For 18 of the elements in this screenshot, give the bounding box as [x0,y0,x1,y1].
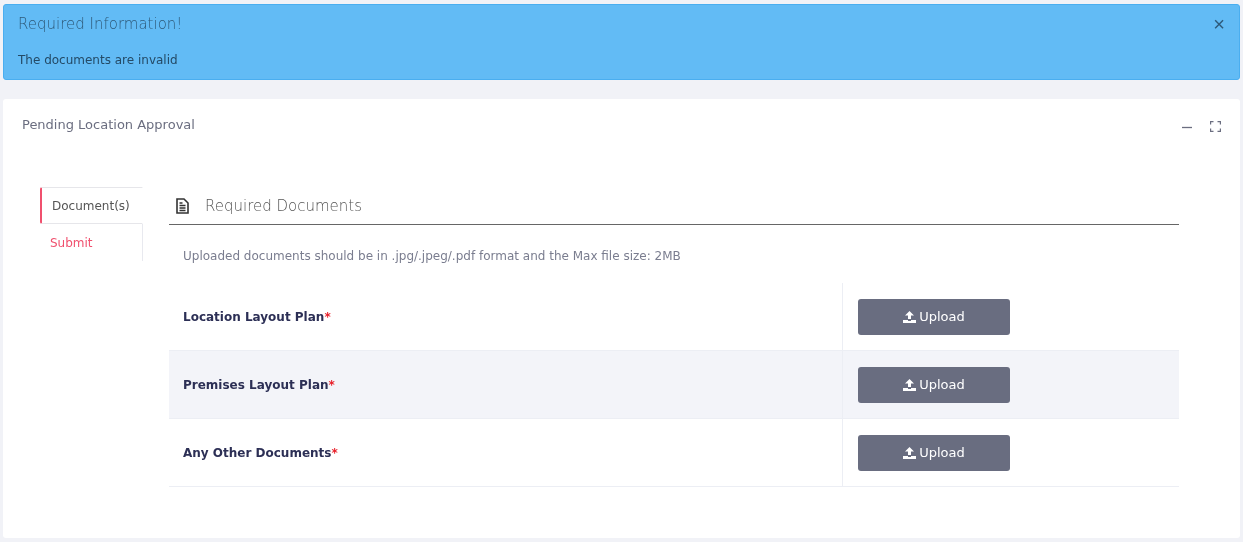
document-label: Premises Layout Plan* [183,377,335,392]
document-label: Location Layout Plan* [183,309,331,324]
upload-button[interactable]: Upload [858,298,1010,335]
close-button[interactable]: × [1213,14,1225,34]
document-label: Any Other Documents* [183,445,338,460]
document-icon [176,197,189,214]
alert-message: The documents are invalid [18,53,179,67]
upload-icon [903,446,917,459]
section-title: Required Documents [205,196,363,215]
alert-title: Required Information! [18,15,183,33]
panel-title: Pending Location Approval [22,117,195,132]
upload-icon [903,310,917,323]
tab[interactable]: Document(s) [40,187,143,224]
format-note: Uploaded documents should be in .jpg/.jpeg/.pdf format and the Max file size: 2MB [183,249,682,263]
upload-button[interactable]: Upload [858,434,1010,471]
fullscreen-icon[interactable] [1210,121,1221,132]
upload-button[interactable]: Upload [858,366,1010,403]
upload-icon [903,378,917,391]
